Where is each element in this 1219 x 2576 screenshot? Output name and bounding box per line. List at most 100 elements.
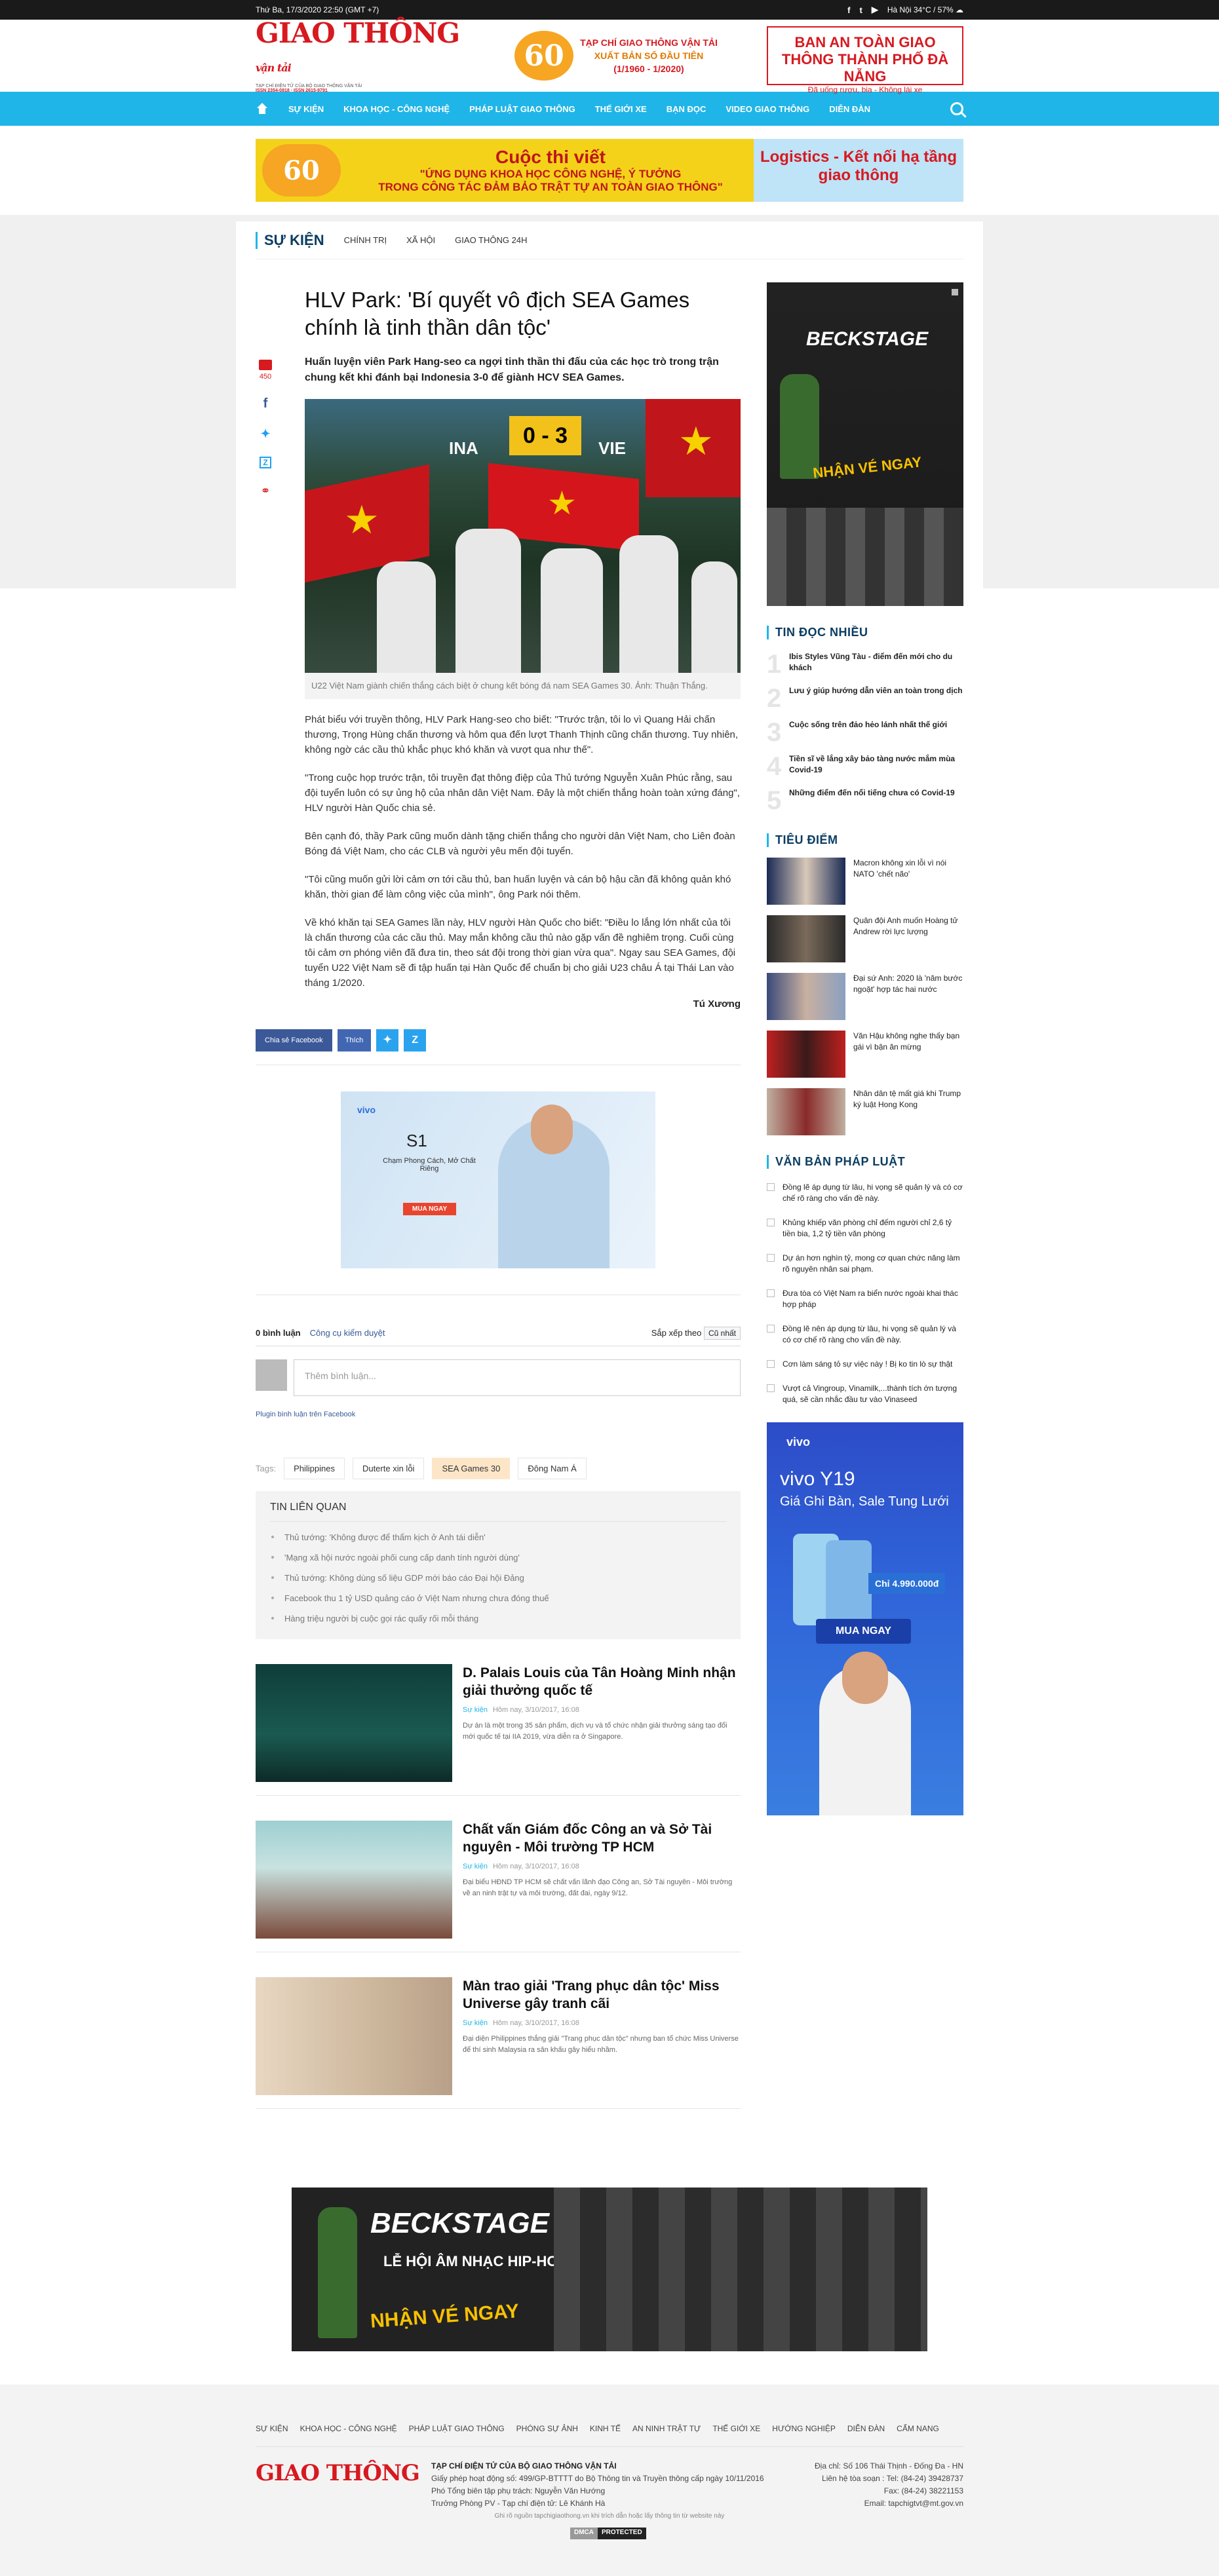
ad-cta[interactable]: NHẬN VÉ NGAY — [812, 453, 922, 482]
site-logo[interactable]: GIAO THÔNG vận tải TẠP CHÍ ĐIỆN TỬ CỦA B… — [256, 18, 465, 93]
safety-banner[interactable]: BAN AN TOÀN GIAO THÔNG THÀNH PHỐ ĐÀ NẴNG… — [767, 26, 963, 94]
tag-item[interactable]: Philippines — [284, 1458, 345, 1479]
contest-banner[interactable]: 60 Cuộc thi viết "ỨNG DỤNG KHOA HỌC CÔNG… — [256, 139, 754, 202]
news-item[interactable]: Màn trao giải 'Trang phục dân tộc' Miss … — [256, 1977, 741, 2109]
nav-item-khoa-hoc[interactable]: KHOA HỌC - CÔNG NGHỆ — [343, 104, 450, 114]
date-text: Thứ Ba, 17/3/2020 22:50 (GMT +7) — [256, 5, 379, 14]
news-thumbnail[interactable] — [256, 1821, 452, 1939]
zalo-share-button[interactable]: Z — [404, 1029, 427, 1051]
focus-item[interactable]: Đại sứ Anh: 2020 là 'năm bước ngoặt' hợp… — [767, 973, 963, 1020]
tag-item[interactable]: Duterte xin lỗi — [352, 1458, 425, 1479]
footer-link[interactable]: DIỄN ĐÀN — [847, 2424, 885, 2433]
nav-item-the-gioi-xe[interactable]: THẾ GIỚI XE — [595, 104, 647, 114]
related-item[interactable]: 'Mạng xã hội nước ngoài phối cung cấp da… — [270, 1553, 726, 1563]
twitter-share-button[interactable]: ✦ — [376, 1029, 399, 1051]
search-icon[interactable] — [950, 102, 963, 115]
breadcrumb-sub-giao-thong[interactable]: GIAO THÔNG 24H — [455, 235, 527, 245]
nav-item-ban-doc[interactable]: BẠN ĐỌC — [667, 104, 706, 114]
twitter-share-icon[interactable]: ✦ — [260, 427, 270, 441]
article-paragraph: Phát biểu với truyền thông, HLV Park Han… — [305, 714, 739, 755]
footer-link[interactable]: KINH TẾ — [590, 2424, 621, 2433]
related-item[interactable]: Hàng triệu người bị cuộc gọi rác quấy rố… — [270, 1614, 726, 1623]
link-icon[interactable]: ⚭ — [260, 484, 270, 498]
news-category[interactable]: Sự kiện — [463, 1863, 488, 1870]
focus-item[interactable]: Macron không xin lỗi vì nói NATO 'chết n… — [767, 858, 963, 905]
focus-item[interactable]: Nhân dân tệ mất giá khi Trump ký luật Ho… — [767, 1088, 963, 1135]
nav-item-video[interactable]: VIDEO GIAO THÔNG — [726, 104, 809, 114]
footer-link[interactable]: PHÓNG SỰ ẢNH — [516, 2424, 578, 2433]
nav-item-dien-dan[interactable]: DIỄN ĐÀN — [829, 104, 870, 114]
beckstage-ad[interactable]: BECKSTAGE NHẬN VÉ NGAY — [767, 282, 963, 606]
logistics-banner[interactable]: Logistics - Kết nối hạ tầng giao thông — [754, 139, 963, 202]
breadcrumb-category[interactable]: SỰ KIỆN — [256, 231, 324, 249]
law-item[interactable]: Đồng lẽ áp dụng từ lâu, hi vọng sẽ quản … — [767, 1182, 963, 1204]
news-title[interactable]: Màn trao giải 'Trang phục dân tộc' Miss … — [463, 1977, 741, 2013]
facebook-share-button[interactable]: Chia sẻ Facebook — [256, 1029, 332, 1051]
news-summary: Đại biểu HĐND TP HCM sẽ chất vấn lãnh đạ… — [463, 1878, 733, 1897]
comment-icon[interactable] — [259, 360, 272, 370]
popular-item[interactable]: 5 Những điểm đến nổi tiếng chưa có Covid-… — [767, 787, 963, 814]
footer-link[interactable]: PHÁP LUẬT GIAO THÔNG — [409, 2424, 505, 2433]
nav-item-phap-luat[interactable]: PHÁP LUẬT GIAO THÔNG — [469, 104, 575, 114]
law-item[interactable]: Đưa tòa có Việt Nam ra biển nước ngoài k… — [767, 1288, 963, 1310]
footer: SỰ KIỆN KHOA HỌC - CÔNG NGHỆ PHÁP LUẬT G… — [0, 2385, 1219, 2576]
news-category[interactable]: Sự kiện — [463, 2019, 488, 2027]
related-item[interactable]: Thủ tướng: 'Không được để thẩm kịch ở An… — [270, 1532, 726, 1542]
footer-link[interactable]: SỰ KIỆN — [256, 2424, 288, 2433]
law-item[interactable]: Cơn làm sáng tỏ sự việc này ! Bị ko tin … — [767, 1359, 963, 1370]
popular-item[interactable]: 3 Cuộc sống trên đảo hẻo lánh nhất thế gi… — [767, 719, 963, 746]
footer-link[interactable]: THẾ GIỚI XE — [712, 2424, 760, 2433]
focus-item[interactable]: Quân đội Anh muốn Hoàng tử Andrew rời lự… — [767, 915, 963, 962]
beckstage-leaderboard-ad[interactable]: BECKSTAGE LỄ HỘI ÂM NHẠC HIP-HOP LỚN NHẤ… — [292, 2188, 927, 2351]
footer-logo[interactable]: GIAO THÔNG — [256, 2460, 420, 2510]
footer-deputy: Phó Tổng biên tập phụ trách: Nguyễn Văn … — [431, 2486, 606, 2495]
footer-link[interactable]: CẨM NANG — [897, 2424, 939, 2433]
footer-link[interactable]: KHOA HỌC - CÔNG NGHỆ — [300, 2424, 397, 2433]
facebook-plugin-link[interactable]: Plugin bình luận trên Facebook — [256, 1411, 741, 1418]
footer-link[interactable]: HƯỚNG NGHIỆP — [772, 2424, 836, 2433]
home-icon[interactable] — [256, 103, 269, 115]
law-item[interactable]: Đồng lẽ nên áp dụng từ lâu, hi vọng sẽ q… — [767, 1323, 963, 1346]
popular-item[interactable]: 4 Tiền sĩ về lắng xây bảo tàng nước mắm m… — [767, 753, 963, 780]
footer-link[interactable]: AN NINH TRẬT TỰ — [632, 2424, 701, 2433]
popular-item[interactable]: 1 Ibis Styles Vũng Tàu - điểm đến mới cho… — [767, 651, 963, 677]
ad-brand: BECKSTAGE — [370, 2207, 549, 2239]
ad-slogan: Giá Ghi Bàn, Sale Tung Lưới — [780, 1494, 949, 1509]
vivo-s1-ad[interactable]: vivo S1 Chạm Phong Cách, Mở Chất Riêng M… — [341, 1091, 655, 1268]
law-item[interactable]: Vượt cả Vingroup, Vinamilk,...thành tích… — [767, 1383, 963, 1405]
ad-buy-button[interactable]: MUA NGAY — [403, 1203, 457, 1215]
related-item[interactable]: Facebook thu 1 tỷ USD quảng cáo ở Việt N… — [270, 1593, 726, 1603]
breadcrumb-sub-xa-hoi[interactable]: XÃ HỘI — [406, 235, 435, 245]
news-thumbnail[interactable] — [256, 1977, 452, 2095]
ad-buy-button[interactable]: MUA NGAY — [816, 1619, 912, 1644]
breadcrumb-sub-chinh-tri[interactable]: CHÍNH TRỊ — [344, 235, 387, 245]
law-item[interactable]: Dự án hơn nghìn tỷ, mong cơ quan chức nă… — [767, 1253, 963, 1275]
law-item[interactable]: Khủng khiếp văn phòng chỉ đếm người chỉ … — [767, 1217, 963, 1240]
twitter-icon[interactable]: t — [859, 5, 862, 15]
news-thumbnail[interactable] — [256, 1664, 452, 1782]
ad-cta[interactable]: NHẬN VÉ NGAY — [370, 2300, 520, 2333]
related-item[interactable]: Thủ tướng: Không dùng số liệu GDP mới bá… — [270, 1573, 726, 1583]
tag-item-active[interactable]: SEA Games 30 — [432, 1458, 511, 1479]
focus-item[interactable]: Văn Hậu không nghe thấy bạn gái vì bận ă… — [767, 1031, 963, 1078]
comment-input[interactable]: Thêm bình luận... — [294, 1359, 741, 1396]
sort-select[interactable]: Cũ nhất — [703, 1327, 741, 1340]
youtube-icon[interactable]: ▶ — [872, 5, 878, 15]
facebook-share-icon[interactable]: f — [263, 396, 268, 411]
facebook-icon[interactable]: f — [847, 5, 850, 15]
footer-email[interactable]: Email: tapchigtvt@mt.gov.vn — [815, 2497, 963, 2510]
news-title[interactable]: D. Palais Louis của Tân Hoàng Minh nhận … — [463, 1664, 741, 1699]
news-title[interactable]: Chất vấn Giám đốc Công an và Sở Tài nguy… — [463, 1821, 741, 1856]
like-button[interactable]: Thích — [337, 1029, 372, 1051]
anniversary-banner[interactable]: 60 TẠP CHÍ GIAO THÔNG VẬN TẢI XUẤT BẢN S… — [514, 31, 718, 81]
zalo-share-icon[interactable]: Z — [260, 457, 271, 468]
popular-item[interactable]: 2 Lưu ý giúp hướng dẫn viên an toàn trong… — [767, 685, 963, 711]
news-item[interactable]: Chất vấn Giám đốc Công an và Sở Tài nguy… — [256, 1821, 741, 1952]
news-item[interactable]: D. Palais Louis của Tân Hoàng Minh nhận … — [256, 1664, 741, 1796]
news-category[interactable]: Sự kiện — [463, 1706, 488, 1714]
moderation-tool-link[interactable]: Công cụ kiểm duyệt — [310, 1328, 385, 1338]
nav-item-su-kien[interactable]: SỰ KIỆN — [288, 104, 324, 114]
vivo-y19-ad[interactable]: vivo vivo Y19 Giá Ghi Bàn, Sale Tung Lướ… — [767, 1422, 963, 1815]
tag-item[interactable]: Đông Nam Á — [518, 1458, 587, 1479]
dmca-badge[interactable]: DMCA PROTECTED — [570, 2528, 649, 2539]
